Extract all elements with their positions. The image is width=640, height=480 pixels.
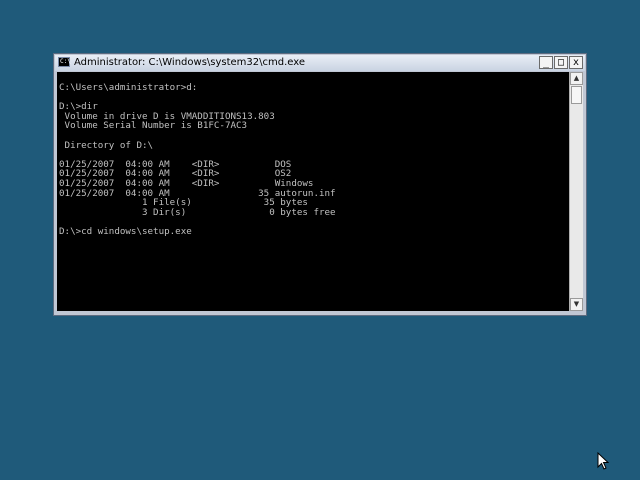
scroll-up-button[interactable]: ▲ [570, 72, 583, 85]
maximize-button[interactable]: □ [554, 56, 568, 69]
cmd-app-icon[interactable]: C:\ [58, 57, 71, 67]
scroll-down-button[interactable]: ▼ [570, 298, 583, 311]
title-bar[interactable]: C:\ Administrator: C:\Windows\system32\c… [55, 55, 585, 71]
window-controls: _ □ x [539, 56, 583, 69]
close-button[interactable]: x [569, 56, 583, 69]
scroll-thumb[interactable] [571, 86, 582, 104]
console-output[interactable]: C:\Users\administrator>d: D:\>dir Volume… [57, 72, 569, 311]
cmd-app-icon-label: C:\ [60, 58, 71, 65]
vertical-scrollbar[interactable]: ▲ ▼ [569, 72, 583, 311]
console-text: C:\Users\administrator>d: D:\>dir Volume… [59, 82, 336, 237]
cmd-window: C:\ Administrator: C:\Windows\system32\c… [53, 53, 587, 316]
minimize-button[interactable]: _ [539, 56, 553, 69]
window-title: Administrator: C:\Windows\system32\cmd.e… [74, 57, 306, 68]
